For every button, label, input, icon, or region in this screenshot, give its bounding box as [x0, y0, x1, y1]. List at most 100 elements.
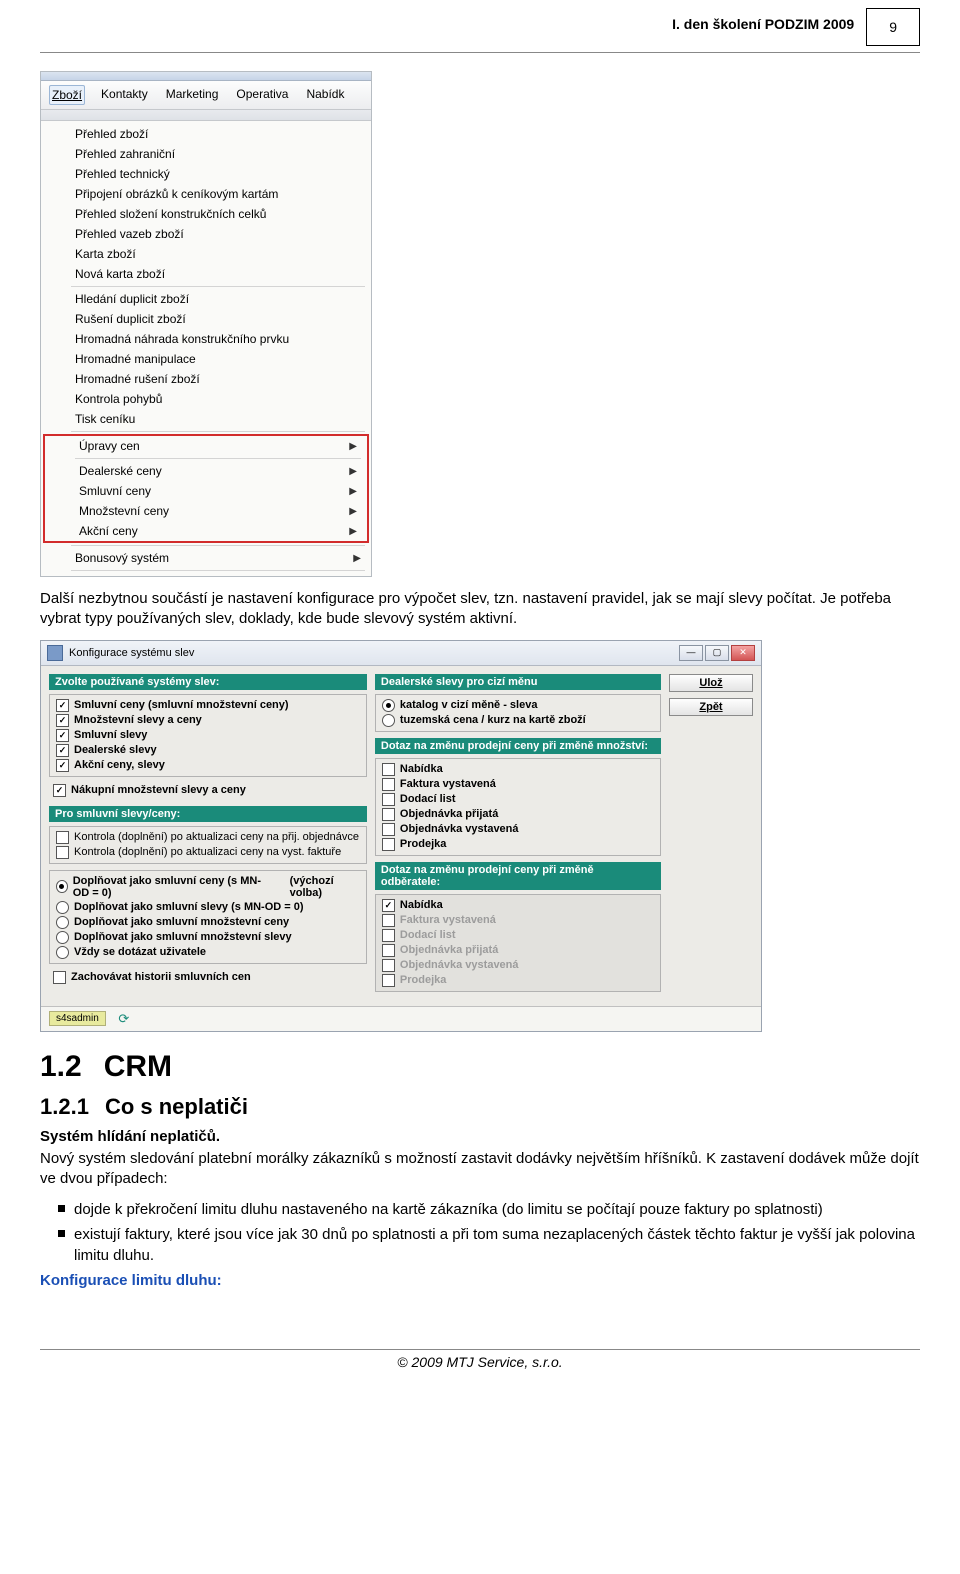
- dd-hromadne-ruseni[interactable]: Hromadné rušení zboží: [41, 369, 371, 389]
- rb-dotazat[interactable]: Vždy se dotázat uživatele: [52, 945, 364, 960]
- bold-subtitle: Systém hlídání neplatičů.: [40, 1128, 920, 1145]
- cb-nabidka-1[interactable]: Nabídka: [378, 762, 658, 777]
- section-header-smluvni: Pro smluvní slevy/ceny:: [49, 806, 367, 822]
- save-button[interactable]: Ulož: [669, 674, 753, 692]
- rb-dopln-mnoz-slevy[interactable]: Doplňovat jako smluvní množstevní slevy: [52, 930, 364, 945]
- cb-obj-vyst-2: Objednávka vystavená: [378, 958, 658, 973]
- bullet-1: dojde k překročení limitu dluhu nastaven…: [58, 1199, 920, 1220]
- heading-num: 1.2.1: [40, 1094, 89, 1120]
- dd-tisk-ceniku[interactable]: Tisk ceníku: [41, 409, 371, 429]
- rb-dopln-mnoz-ceny[interactable]: Doplňovat jako smluvní množstevní ceny: [52, 915, 364, 930]
- footer-text: © 2009 MTJ Service, s.r.o.: [40, 1354, 920, 1370]
- chevron-right-icon: ▶: [349, 466, 357, 477]
- menubar-item-operativa[interactable]: Operativa: [234, 85, 290, 105]
- heading-1-2: 1.2 CRM: [40, 1050, 920, 1084]
- dd-hledani-duplicit[interactable]: Hledání duplicit zboží: [41, 289, 371, 309]
- rb-dopln-ceny-mn[interactable]: Doplňovat jako smluvní ceny (s MN-OD = 0…: [52, 874, 364, 900]
- dd-karta-zbozi[interactable]: Karta zboží: [41, 244, 371, 264]
- dialog-title: Konfigurace systému slev: [69, 647, 194, 659]
- page-header: I. den školení PODZIM 2009 9: [40, 8, 920, 46]
- dialog-screenshot: Konfigurace systému slev — ▢ ✕ Zvolte po…: [40, 640, 762, 1032]
- dd-smluvni-ceny[interactable]: Smluvní ceny▶: [45, 481, 367, 501]
- close-button[interactable]: ✕: [731, 645, 755, 661]
- rb-tuzemska-kurz[interactable]: tuzemská cena / kurz na kartě zboží: [378, 713, 658, 728]
- cb-smluvni-ceny[interactable]: ✓Smluvní ceny (smluvní množstevní ceny): [52, 698, 364, 713]
- section-header-dotaz-odb: Dotaz na změnu prodejní ceny při změně o…: [375, 862, 661, 890]
- cb-historie[interactable]: Zachovávat historii smluvních cen: [49, 970, 367, 985]
- dd-ruseni-duplicit[interactable]: Rušení duplicit zboží: [41, 309, 371, 329]
- dd-prehled-vazeb[interactable]: Přehled vazeb zboží: [41, 224, 371, 244]
- highlighted-submenu-group: Úpravy cen▶ Dealerské ceny▶ Smluvní ceny…: [43, 434, 369, 543]
- header-divider: [40, 52, 920, 53]
- cb-faktura-2: Faktura vystavená: [378, 913, 658, 928]
- rb-katalog-cizi[interactable]: katalog v cizí měně - sleva: [378, 698, 658, 713]
- cb-mnozstevni-slevy[interactable]: ✓Množstevní slevy a ceny: [52, 713, 364, 728]
- dd-dealerske-ceny[interactable]: Dealerské ceny▶: [45, 461, 367, 481]
- chevron-right-icon: ▶: [353, 553, 361, 564]
- cb-dealerske-slevy[interactable]: ✓Dealerské slevy: [52, 743, 364, 758]
- cb-prodejka-2: Prodejka: [378, 973, 658, 988]
- heading-text: CRM: [104, 1050, 172, 1084]
- back-button[interactable]: Zpět: [669, 698, 753, 716]
- section-header-dotaz-mnoz: Dotaz na změnu prodejní ceny při změně m…: [375, 738, 661, 754]
- page-footer: © 2009 MTJ Service, s.r.o.: [40, 1349, 920, 1370]
- dd-prehled-technicky[interactable]: Přehled technický: [41, 164, 371, 184]
- cb-kontrola-obj[interactable]: Kontrola (doplnění) po aktualizaci ceny …: [52, 830, 364, 845]
- dd-upravy-cen[interactable]: Úpravy cen▶: [45, 436, 367, 456]
- cb-faktura-1[interactable]: Faktura vystavená: [378, 777, 658, 792]
- config-heading: Konfigurace limitu dluhu:: [40, 1272, 920, 1289]
- cb-obj-vyst-1[interactable]: Objednávka vystavená: [378, 822, 658, 837]
- heading-text: Co s neplatiči: [105, 1094, 248, 1120]
- menubar-item-kontakty[interactable]: Kontakty: [99, 85, 150, 105]
- refresh-icon[interactable]: ⟳: [116, 1011, 132, 1027]
- chevron-right-icon: ▶: [349, 441, 357, 452]
- section-header-dealer: Dealerské slevy pro cizí měnu: [375, 674, 661, 690]
- menubar-item-marketing[interactable]: Marketing: [164, 85, 221, 105]
- dd-pripojeni-obrazku[interactable]: Připojení obrázků k ceníkovým kartám: [41, 184, 371, 204]
- cb-dodaci-2: Dodací list: [378, 928, 658, 943]
- menubar-item-zbozi[interactable]: Zboží: [49, 85, 85, 105]
- header-title: I. den školení PODZIM 2009: [672, 8, 854, 32]
- maximize-button[interactable]: ▢: [705, 645, 729, 661]
- minimize-button[interactable]: —: [679, 645, 703, 661]
- dd-hromadne-manipulace[interactable]: Hromadné manipulace: [41, 349, 371, 369]
- page-number: 9: [866, 8, 920, 46]
- heading-1-2-1: 1.2.1 Co s neplatiči: [40, 1094, 920, 1120]
- chevron-right-icon: ▶: [349, 486, 357, 497]
- paragraph-2: Nový systém sledování platební morálky z…: [40, 1149, 920, 1190]
- dialog-titlebar: Konfigurace systému slev — ▢ ✕: [41, 641, 761, 666]
- cb-smluvni-slevy[interactable]: ✓Smluvní slevy: [52, 728, 364, 743]
- dropdown-menu: Přehled zboží Přehled zahraniční Přehled…: [41, 121, 371, 576]
- dd-kontrola-pohybu[interactable]: Kontrola pohybů: [41, 389, 371, 409]
- paragraph-1: Další nezbytnou součástí je nastavení ko…: [40, 589, 920, 630]
- status-user: s4sadmin: [49, 1011, 106, 1026]
- menubar: Zboží Kontakty Marketing Operativa Nabíd…: [41, 81, 371, 110]
- dialog-statusbar: s4sadmin ⟳: [41, 1006, 761, 1031]
- cb-dodaci-1[interactable]: Dodací list: [378, 792, 658, 807]
- dd-prehled-slozeni[interactable]: Přehled složení konstrukčních celků: [41, 204, 371, 224]
- dd-prehled-zahranicni[interactable]: Přehled zahraniční: [41, 144, 371, 164]
- dd-prehled-zbozi[interactable]: Přehled zboží: [41, 124, 371, 144]
- chevron-right-icon: ▶: [349, 506, 357, 517]
- dd-hromadna-nahrada[interactable]: Hromadná náhrada konstrukčního prvku: [41, 329, 371, 349]
- dd-mnozstevni-ceny[interactable]: Množstevní ceny▶: [45, 501, 367, 521]
- cb-prodejka-1[interactable]: Prodejka: [378, 837, 658, 852]
- rb-dopln-slevy-mn[interactable]: Doplňovat jako smluvní slevy (s MN-OD = …: [52, 900, 364, 915]
- cb-nakupni-mnozstevni[interactable]: ✓Nákupní množstevní slevy a ceny: [49, 783, 367, 798]
- cb-obj-prij-2: Objednávka přijatá: [378, 943, 658, 958]
- dd-akcni-ceny[interactable]: Akční ceny▶: [45, 521, 367, 541]
- section-header-systems: Zvolte používané systémy slev:: [49, 674, 367, 690]
- menu-screenshot: Zboží Kontakty Marketing Operativa Nabíd…: [40, 71, 372, 577]
- dd-nova-karta-zbozi[interactable]: Nová karta zboží: [41, 264, 371, 284]
- bullet-2: existují faktury, které jsou více jak 30…: [58, 1224, 920, 1266]
- cb-kontrola-fakt[interactable]: Kontrola (doplnění) po aktualizaci ceny …: [52, 845, 364, 860]
- bullet-list: dojde k překročení limitu dluhu nastaven…: [40, 1199, 920, 1266]
- heading-num: 1.2: [40, 1050, 82, 1084]
- cb-obj-prij-1[interactable]: Objednávka přijatá: [378, 807, 658, 822]
- menubar-item-nabidk[interactable]: Nabídk: [304, 85, 346, 105]
- cb-nabidka-2[interactable]: ✓Nabídka: [378, 898, 658, 913]
- chevron-right-icon: ▶: [349, 526, 357, 537]
- dd-bonusovy-system[interactable]: Bonusový systém▶: [41, 548, 371, 568]
- cb-akcni-ceny[interactable]: ✓Akční ceny, slevy: [52, 758, 364, 773]
- app-icon: [47, 645, 63, 661]
